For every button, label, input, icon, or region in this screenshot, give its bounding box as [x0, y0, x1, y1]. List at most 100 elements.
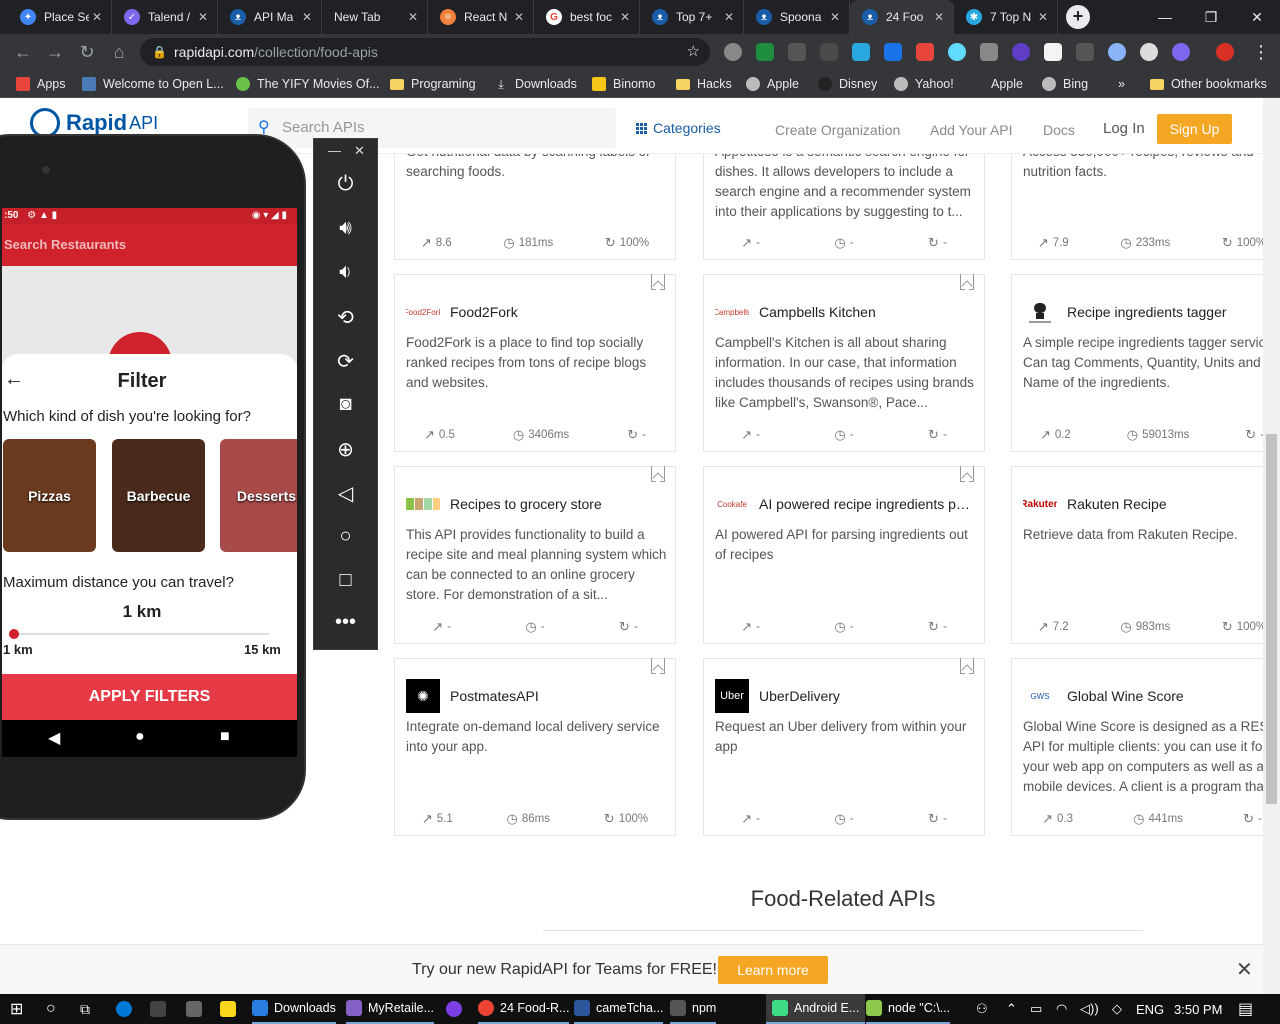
bookmark-folder[interactable]: Programing: [390, 75, 476, 93]
back-icon[interactable]: ←: [12, 41, 34, 63]
reload-icon[interactable]: ↻: [76, 41, 98, 63]
home-icon[interactable]: ⌂: [108, 41, 130, 63]
add-your-api-link[interactable]: Add Your API: [930, 122, 1013, 138]
zoom-icon[interactable]: ⊕: [314, 437, 377, 462]
docs-link[interactable]: Docs: [1043, 122, 1075, 138]
taskbar-app-icon[interactable]: [446, 994, 468, 1024]
rotate-right-icon[interactable]: ⟳: [314, 349, 377, 374]
shield-extension-icon[interactable]: [884, 43, 902, 61]
categories-link[interactable]: Categories: [636, 120, 721, 136]
close-icon[interactable]: ✕: [195, 10, 211, 24]
close-icon[interactable]: ✕: [405, 10, 421, 24]
mail-icon[interactable]: [186, 994, 208, 1024]
bookmarks-overflow-button[interactable]: »: [1118, 75, 1125, 93]
input-language[interactable]: ENG: [1136, 994, 1164, 1024]
close-icon[interactable]: ✕: [511, 10, 527, 24]
windows-start-icon[interactable]: ⊞: [10, 994, 23, 1024]
close-icon[interactable]: ✕: [721, 10, 737, 24]
create-organization-link[interactable]: Create Organization: [775, 122, 900, 138]
bookmark-item[interactable]: Bing: [1042, 75, 1088, 93]
api-card-ai-recipe-parser[interactable]: Cookafe AI powered recipe ingredients pa…: [703, 466, 985, 644]
store-icon[interactable]: [150, 994, 172, 1024]
taskbar-app[interactable]: 24 Food-R...: [478, 994, 570, 1024]
camera-extension-icon[interactable]: [980, 43, 998, 61]
api-card-postmates[interactable]: ✺ PostmatesAPI Integrate on-demand local…: [394, 658, 676, 836]
taskbar-app[interactable]: MyRetaile...: [346, 994, 434, 1024]
learn-more-button[interactable]: Learn more: [718, 956, 828, 984]
login-link[interactable]: Log In: [1103, 120, 1145, 137]
api-card-recipes-grocery[interactable]: Recipes to grocery store This API provid…: [394, 466, 676, 644]
close-icon[interactable]: ✕: [827, 10, 843, 24]
browser-tab[interactable]: ⚛ React N ✕: [428, 0, 534, 34]
api-card[interactable]: Access 330,000+ recipes, reviews and nut…: [1011, 154, 1263, 260]
bookmark-item[interactable]: Disney: [818, 75, 877, 93]
bookmark-item[interactable]: Binomo: [592, 75, 655, 93]
api-card-global-wine-score[interactable]: GWS Global Wine Score Global Wine Score …: [1011, 658, 1263, 836]
color-extension-icon[interactable]: [916, 43, 934, 61]
browser-tab[interactable]: New Tab ✕: [322, 0, 428, 34]
bookmark-item[interactable]: Welcome to Open L...: [82, 75, 224, 93]
emulator-close-icon[interactable]: ✕: [354, 143, 365, 159]
power-icon[interactable]: ⏻: [314, 173, 377, 196]
api-card-campbells[interactable]: Campbells Campbells Kitchen Campbell's K…: [703, 274, 985, 452]
back-triangle-icon[interactable]: ◁: [314, 481, 377, 506]
extension-icon[interactable]: [1172, 43, 1190, 61]
people-icon[interactable]: ⚇: [976, 994, 988, 1024]
bookmark-icon[interactable]: [651, 274, 665, 290]
extension-icon[interactable]: [724, 43, 742, 61]
excel-extension-icon[interactable]: [756, 43, 774, 61]
browser-tab[interactable]: ᴥ Top 7+ ✕: [640, 0, 744, 34]
screenshot-camera-icon[interactable]: ◙: [314, 393, 377, 416]
extension-icon[interactable]: [1076, 43, 1094, 61]
taskbar-app[interactable]: node "C:\...: [866, 994, 951, 1024]
browser-tab[interactable]: ᴥ API Ma ✕: [218, 0, 322, 34]
battery-icon[interactable]: ▭: [1030, 994, 1042, 1024]
search-apis-input[interactable]: ⚲ Search APIs: [248, 108, 616, 148]
task-view-icon[interactable]: ⧉: [80, 994, 90, 1024]
edge-icon[interactable]: [116, 994, 138, 1024]
bookmark-icon[interactable]: [960, 658, 974, 674]
close-icon[interactable]: ✕: [1035, 10, 1051, 24]
clock[interactable]: 3:50 PM: [1174, 994, 1222, 1024]
other-bookmarks-folder[interactable]: Other bookmarks: [1150, 75, 1267, 93]
android-home-icon[interactable]: ●: [135, 728, 145, 746]
address-bar[interactable]: 🔒 rapidapi.com/collection/food-apis ☆: [140, 38, 710, 66]
page-scrollbar[interactable]: [1263, 98, 1280, 994]
dish-option-desserts[interactable]: Desserts: [220, 439, 297, 552]
volume-icon[interactable]: ◁)): [1080, 994, 1099, 1024]
extension-icon[interactable]: [1140, 43, 1158, 61]
api-card-recipe-tagger[interactable]: Recipe ingredients tagger A simple recip…: [1011, 274, 1263, 452]
taskbar-app[interactable]: npm: [670, 994, 717, 1024]
wifi-icon[interactable]: ◠: [1056, 994, 1067, 1024]
forward-icon[interactable]: →: [44, 41, 66, 63]
scrollbar-thumb[interactable]: [1266, 434, 1277, 804]
bookmark-icon[interactable]: [651, 658, 665, 674]
close-icon[interactable]: ✕: [89, 10, 105, 24]
close-icon[interactable]: ✕: [299, 10, 315, 24]
browser-tab-active[interactable]: ᴥ 24 Foo ✕: [850, 0, 954, 34]
bookmark-folder[interactable]: Hacks: [676, 75, 732, 93]
cortana-search-icon[interactable]: ○: [46, 994, 56, 1024]
extension-icon[interactable]: [1012, 43, 1030, 61]
api-card-rakuten[interactable]: Rakuten Rakuten Recipe Retrieve data fro…: [1011, 466, 1263, 644]
tray-chevron-icon[interactable]: ⌃: [1006, 994, 1017, 1024]
restore-icon[interactable]: ❐: [1188, 0, 1234, 34]
close-icon[interactable]: ✕: [931, 10, 947, 24]
close-window-icon[interactable]: ✕: [1234, 0, 1280, 34]
bookmark-item[interactable]: ⤓ Downloads: [494, 75, 577, 93]
new-tab-button[interactable]: +: [1066, 5, 1090, 29]
bookmark-icon[interactable]: [651, 466, 665, 482]
taskbar-app[interactable]: cameTcha...: [574, 994, 664, 1024]
extension-icon[interactable]: [852, 43, 870, 61]
taskbar-app-active[interactable]: Android E...: [766, 994, 866, 1024]
volume-up-icon[interactable]: 🔊︎: [314, 217, 377, 240]
api-card-food2fork[interactable]: Food2Fork Food2Fork Food2Fork is a place…: [394, 274, 676, 452]
volume-down-icon[interactable]: 🔉︎: [314, 261, 377, 284]
bookmark-item[interactable]: Apple: [970, 75, 1023, 93]
bookmark-icon[interactable]: [960, 466, 974, 482]
dish-option-barbecue[interactable]: Barbecue: [112, 439, 205, 552]
close-icon[interactable]: ✕: [1236, 957, 1253, 982]
emulator-minimize-icon[interactable]: —: [328, 143, 341, 158]
overview-square-icon[interactable]: □: [314, 569, 377, 592]
api-card-uber-delivery[interactable]: Uber UberDelivery Request an Uber delive…: [703, 658, 985, 836]
